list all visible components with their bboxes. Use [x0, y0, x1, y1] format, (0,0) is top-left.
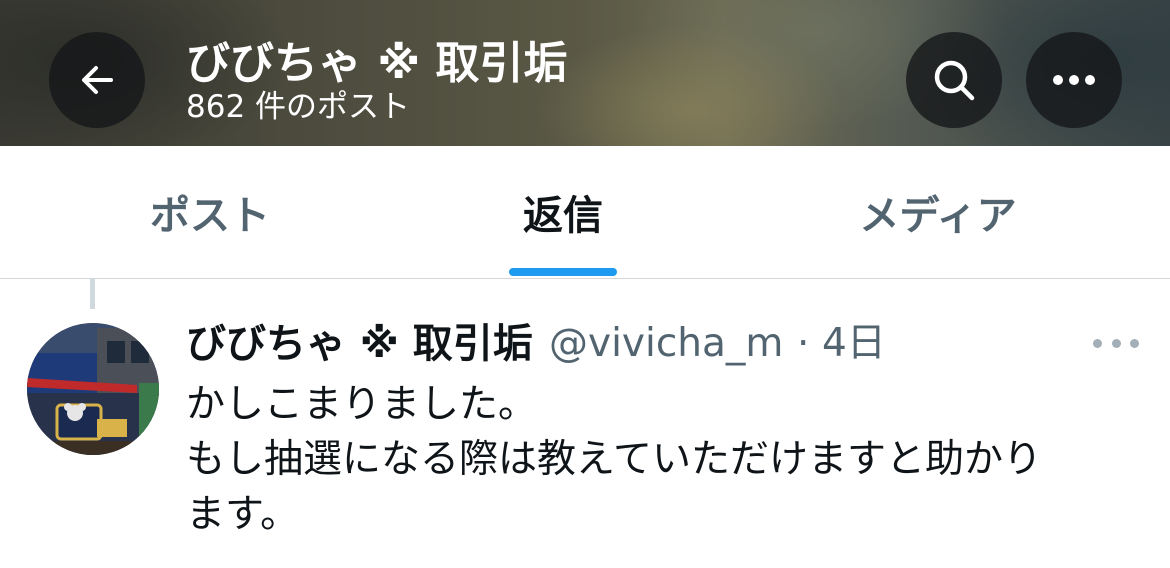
post-author-name[interactable]: びびちゃ ※ 取引垢	[186, 319, 533, 369]
search-icon	[934, 60, 975, 101]
more-horizontal-icon	[1093, 338, 1102, 348]
thread-line	[90, 279, 95, 309]
back-button[interactable]	[49, 32, 145, 128]
tab-media[interactable]: メディア	[788, 146, 1088, 278]
post-count: 862 件のポスト	[186, 89, 411, 125]
post-body: かしこまりました。 もし抽選になる際は教えていただけますと助かり ます。	[186, 377, 1146, 542]
post-line: もし抽選になる際は教えていただけますと助かり	[186, 437, 1043, 482]
tab-posts[interactable]: ポスト	[60, 146, 360, 278]
profile-title: びびちゃ ※ 取引垢	[186, 38, 568, 89]
more-button[interactable]	[1026, 32, 1122, 128]
search-button[interactable]	[906, 32, 1002, 128]
avatar[interactable]	[27, 323, 159, 455]
post-separator: ·	[797, 321, 810, 366]
post-line: かしこまりました。	[186, 382, 538, 427]
tab-replies[interactable]: 返信	[413, 146, 713, 278]
profile-header: びびちゃ ※ 取引垢 862 件のポスト	[0, 0, 1170, 146]
post-timestamp[interactable]: 4日	[822, 319, 886, 369]
avatar-image	[27, 323, 159, 455]
post-line: ます。	[186, 492, 300, 537]
post-more-button[interactable]	[1093, 325, 1139, 361]
active-tab-indicator	[509, 268, 617, 276]
profile-tabs: ポスト 返信 メディア	[0, 146, 1170, 279]
post-author-handle[interactable]: @vivicha_m	[549, 319, 783, 369]
more-horizontal-icon	[1053, 75, 1095, 85]
arrow-left-icon	[82, 66, 113, 94]
